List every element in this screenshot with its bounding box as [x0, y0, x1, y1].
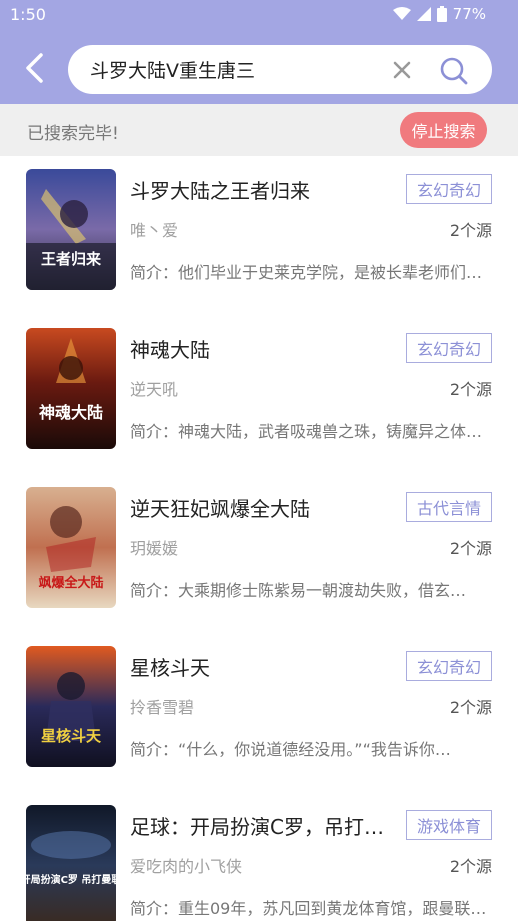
book-item[interactable]: 飒爆全大陆 逆天狂妃飒爆全大陆 古代言情 玥媛媛 2个源 简介：大乘期修士陈紫易… — [0, 474, 518, 633]
book-title: 神魂大陆 — [130, 338, 210, 362]
search-box — [68, 45, 492, 94]
chevron-left-icon — [24, 52, 44, 88]
book-sources: 2个源 — [449, 221, 492, 240]
cover-title: 飒爆全大陆 — [38, 575, 103, 591]
book-intro: 简介：神魂大陆，武者吸魂兽之珠，铸魔异之体… — [130, 422, 483, 441]
cover-title: 开局扮演C罗 吊打曼联 — [26, 873, 116, 886]
book-tag: 玄幻奇幻 — [406, 651, 492, 681]
stop-search-button[interactable]: 停止搜索 — [400, 112, 487, 148]
search-button[interactable] — [438, 55, 470, 87]
book-title: 足球：开局扮演C罗，吊打曼联 — [130, 815, 390, 839]
status-icons: 77% — [392, 5, 486, 23]
book-author: 唯丶爱 — [130, 221, 179, 240]
book-intro: 简介：重生09年，苏凡回到黄龙体育馆，跟曼联… — [130, 899, 487, 918]
book-intro: 简介：他们毕业于史莱克学院，是被长辈老师们寄予厚望的一代… — [130, 263, 492, 282]
book-tag: 玄幻奇幻 — [406, 333, 492, 363]
book-intro: 简介：“什么，你说道德经没用。”“我告诉你… — [130, 740, 451, 759]
book-sources: 2个源 — [449, 380, 492, 399]
book-item[interactable]: 开局扮演C罗 吊打曼联 足球：开局扮演C罗，吊打曼联 游戏体育 爱吃肉的小飞侠 … — [0, 792, 518, 921]
signal-icon — [416, 7, 431, 21]
close-icon — [390, 61, 414, 86]
clear-button[interactable] — [390, 58, 414, 82]
book-author: 拎香雪碧 — [130, 698, 195, 717]
cover-title: 星核斗天 — [41, 727, 102, 745]
cover-title: 神魂大陆 — [39, 403, 103, 422]
status-bar: 1:50 77% — [0, 0, 518, 30]
book-tag: 古代言情 — [406, 492, 492, 522]
book-intro: 简介：大乘期修士陈紫易一朝渡劫失败，借玄… — [130, 581, 467, 600]
book-tag: 游戏体育 — [406, 810, 492, 840]
book-sources: 2个源 — [449, 539, 492, 558]
book-sources: 2个源 — [449, 698, 492, 717]
wifi-icon — [392, 7, 411, 21]
book-cover: 王者归来 — [26, 169, 116, 290]
cover-title: 王者归来 — [41, 250, 102, 268]
top-bar: 1:50 77% — [0, 0, 518, 104]
search-status-message: 已搜索完毕! — [27, 124, 119, 144]
book-item[interactable]: 神魂大陆 神魂大陆 玄幻奇幻 逆天吼 2个源 简介：神魂大陆，武者吸魂兽之珠，铸… — [0, 315, 518, 474]
book-title: 逆天狂妃飒爆全大陆 — [130, 497, 310, 521]
status-time: 1:50 — [10, 5, 46, 24]
book-cover: 飒爆全大陆 — [26, 487, 116, 608]
book-cover: 开局扮演C罗 吊打曼联 — [26, 805, 116, 921]
book-tag: 玄幻奇幻 — [406, 174, 492, 204]
book-sources: 2个源 — [449, 857, 492, 876]
battery-icon — [436, 6, 447, 22]
book-author: 玥媛媛 — [130, 539, 179, 558]
book-title: 星核斗天 — [130, 656, 210, 680]
book-author: 爱吃肉的小飞侠 — [130, 857, 243, 876]
search-icon — [438, 57, 470, 91]
battery-percent: 77% — [452, 5, 486, 23]
back-button[interactable] — [18, 52, 50, 88]
search-input[interactable] — [90, 45, 380, 94]
book-author: 逆天吼 — [130, 380, 179, 399]
book-cover: 神魂大陆 — [26, 328, 116, 449]
book-cover: 星核斗天 — [26, 646, 116, 767]
book-item[interactable]: 王者归来 斗罗大陆之王者归来 玄幻奇幻 唯丶爱 2个源 简介：他们毕业于史莱克学… — [0, 156, 518, 315]
book-title: 斗罗大陆之王者归来 — [130, 179, 310, 203]
book-item[interactable]: 星核斗天 星核斗天 玄幻奇幻 拎香雪碧 2个源 简介：“什么，你说道德经没用。”… — [0, 633, 518, 792]
